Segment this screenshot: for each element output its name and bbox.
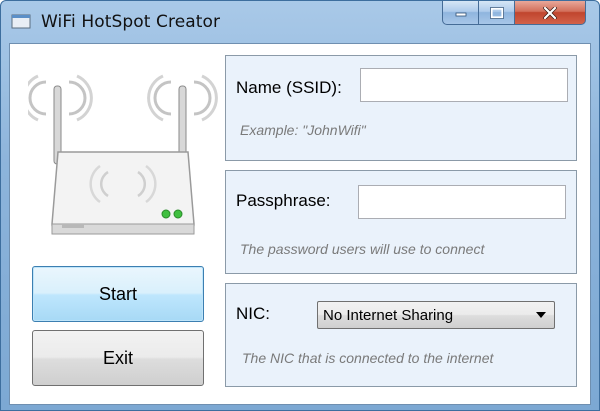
ssid-input[interactable] (360, 68, 568, 102)
maximize-button[interactable] (478, 1, 515, 25)
window-app-icon (11, 14, 31, 29)
title-bar[interactable]: WiFi HotSpot Creator (1, 1, 599, 43)
passphrase-input[interactable] (358, 185, 566, 219)
ssid-label: Name (SSID): (236, 78, 342, 97)
ssid-group: Name (SSID): Example: "JohnWifi" (225, 55, 577, 161)
close-button[interactable] (514, 1, 586, 25)
nic-dropdown[interactable]: No Internet Sharing (317, 301, 555, 329)
window-title: WiFi HotSpot Creator (41, 12, 221, 32)
maximize-icon (489, 6, 504, 19)
minimize-icon (455, 12, 466, 16)
start-button[interactable]: Start (32, 266, 204, 322)
app-window: WiFi HotSpot Creator Start Exit Name (SS… (0, 0, 600, 411)
nic-label: NIC: (236, 304, 270, 323)
exit-button[interactable]: Exit (32, 330, 204, 386)
nic-group: NIC: No Internet Sharing The NIC that is… (225, 283, 577, 387)
minimize-button[interactable] (442, 1, 479, 25)
chevron-down-icon (536, 312, 546, 318)
ssid-hint: Example: "JohnWifi" (240, 122, 366, 138)
passphrase-group: Passphrase: The password users will use … (225, 170, 577, 274)
nic-selected-value: No Internet Sharing (323, 306, 454, 324)
nic-hint: The NIC that is connected to the interne… (242, 350, 494, 366)
close-icon (543, 6, 557, 19)
main-panel: Start Exit Name (SSID): Example: "JohnWi… (9, 43, 591, 405)
wifi-router-icon (28, 74, 218, 235)
passphrase-label: Passphrase: (236, 191, 331, 210)
passphrase-hint: The password users will use to connect (240, 241, 485, 257)
